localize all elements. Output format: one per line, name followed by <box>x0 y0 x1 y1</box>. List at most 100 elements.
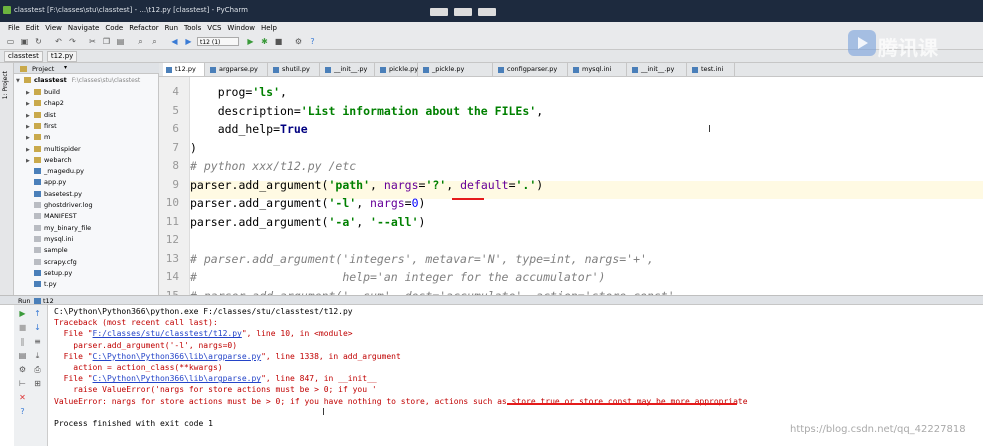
tree-item[interactable]: ▶ chap2 <box>26 98 64 108</box>
tree-item[interactable]: ghostdriver.log <box>26 200 93 210</box>
tree-item[interactable]: scrapy.cfg <box>26 257 77 267</box>
copy-icon[interactable]: ❐ <box>102 37 111 46</box>
close-button[interactable] <box>478 8 496 16</box>
save-icon[interactable]: ▣ <box>20 37 29 46</box>
menu-edit[interactable]: Edit <box>26 24 40 32</box>
pin-icon[interactable]: ⊢ <box>18 379 27 388</box>
code-line[interactable]: add_help=True <box>190 120 308 138</box>
help-icon[interactable]: ? <box>308 37 317 46</box>
rerun-icon[interactable]: ▶ <box>18 309 27 318</box>
run-tab-label[interactable]: t12 <box>43 297 54 305</box>
tree-item[interactable]: basetest.py <box>26 189 82 199</box>
arrow-up-icon[interactable]: ↑ <box>33 309 42 318</box>
minimize-button[interactable] <box>430 8 448 16</box>
maximize-button[interactable] <box>454 8 472 16</box>
arrow-down-icon[interactable]: ↓ <box>33 323 42 332</box>
code-line[interactable]: parser.add_argument('-l', nargs=0) <box>190 194 425 212</box>
tree-item[interactable]: ▶ multispider <box>26 144 81 154</box>
run-icon[interactable]: ▶ <box>246 37 255 46</box>
chevron-right-icon[interactable]: ▶ <box>26 122 34 132</box>
chevron-right-icon[interactable]: ▶ <box>26 156 34 166</box>
editor-tab[interactable]: configparser.py <box>495 63 568 76</box>
code-line[interactable]: # python xxx/t12.py /etc <box>190 157 356 175</box>
chevron-right-icon[interactable]: ▶ <box>26 145 34 155</box>
dump-icon[interactable]: ▤ <box>18 351 27 360</box>
find-icon[interactable]: ⌕ <box>136 37 145 46</box>
redo-icon[interactable]: ↷ <box>68 37 77 46</box>
file-link[interactable]: F:/classes/stu/classtest/t12.py <box>93 329 242 338</box>
tree-root[interactable]: ▼ classtest F:\classes\stu\classtest <box>16 75 140 85</box>
editor-tab[interactable]: pickle.py <box>377 63 418 76</box>
code-line[interactable]: # parser.add_argument('integers', metava… <box>190 250 654 268</box>
window-controls[interactable] <box>430 8 496 16</box>
tree-item[interactable]: ▶ dist <box>26 110 56 120</box>
code-editor[interactable]: prog='ls', description='List information… <box>190 77 983 340</box>
settings-icon[interactable]: ⚙ <box>18 365 27 374</box>
tree-item[interactable]: _magedu.py <box>26 166 84 176</box>
tree-item[interactable]: ▶ build <box>26 87 60 97</box>
settings-icon[interactable]: ⚙ <box>294 37 303 46</box>
editor-tab[interactable]: shutil.py <box>270 63 320 76</box>
tree-item[interactable]: sample <box>26 245 68 255</box>
file-link[interactable]: C:\Python\Python366\lib\argparse.py <box>93 374 262 383</box>
menu-file[interactable]: File <box>8 24 20 32</box>
open-icon[interactable]: ▭ <box>6 37 15 46</box>
sync-icon[interactable]: ↻ <box>34 37 43 46</box>
tree-item[interactable]: mysql.ini <box>26 234 73 244</box>
editor-tab[interactable]: __init__.py <box>322 63 375 76</box>
tree-item[interactable]: app.py <box>26 177 66 187</box>
paste-icon[interactable]: ▤ <box>116 37 125 46</box>
project-tool-button[interactable]: 1: Project <box>2 71 9 99</box>
code-line[interactable]: prog='ls', <box>190 83 287 101</box>
menu-run[interactable]: Run <box>165 24 178 32</box>
help-icon[interactable]: ? <box>18 407 27 416</box>
editor-tab[interactable]: _pickle.py <box>420 63 493 76</box>
code-line[interactable]: parser.add_argument('-a', '--all') <box>190 213 425 231</box>
clear-icon[interactable]: ⊞ <box>33 379 42 388</box>
code-line[interactable]: parser.add_argument('path', nargs = '?', d… <box>190 176 543 194</box>
debug-icon[interactable]: ✱ <box>260 37 269 46</box>
chevron-right-icon[interactable]: ▶ <box>26 111 34 121</box>
tree-item[interactable]: ▶ first <box>26 121 57 131</box>
tree-item[interactable]: MANIFEST <box>26 211 77 221</box>
replace-icon[interactable]: ⌕ <box>150 37 159 46</box>
tree-item[interactable]: setup.py <box>26 268 72 278</box>
editor-tab[interactable]: __init__.py <box>629 63 687 76</box>
menu-refactor[interactable]: Refactor <box>129 24 158 32</box>
menu-view[interactable]: View <box>45 24 62 32</box>
tree-item[interactable]: my_binary_file <box>26 223 91 233</box>
chevron-right-icon[interactable]: ▶ <box>26 88 34 98</box>
chevron-right-icon[interactable]: ▶ <box>26 133 34 143</box>
stop-icon[interactable]: ■ <box>274 37 283 46</box>
stop-icon[interactable]: ■ <box>18 323 27 332</box>
menu-vcs[interactable]: VCS <box>207 24 221 32</box>
forward-icon[interactable]: ▶ <box>184 37 193 46</box>
breadcrumb-file[interactable]: t12.py <box>46 50 78 62</box>
chevron-down-icon[interactable]: ▼ <box>16 76 24 86</box>
menu-code[interactable]: Code <box>105 24 123 32</box>
editor-tab[interactable]: t12.py <box>163 63 205 76</box>
menu-navigate[interactable]: Navigate <box>68 24 99 32</box>
tree-item[interactable]: t.py <box>26 279 57 289</box>
print-icon[interactable]: ⎙ <box>33 365 42 374</box>
pause-icon[interactable]: ‖ <box>18 337 27 346</box>
editor-tab[interactable]: mysql.ini <box>570 63 627 76</box>
tree-item[interactable]: ▶ m <box>26 132 50 142</box>
tree-item[interactable]: ▶ webarch <box>26 155 72 165</box>
code-line[interactable]: description='List information about the … <box>190 102 543 120</box>
breadcrumb-project[interactable]: classtest <box>4 50 43 62</box>
run-config-select[interactable]: t12 (1) <box>197 37 239 46</box>
code-line[interactable]: # help='an integer for the accumulator') <box>190 268 605 286</box>
close-icon[interactable]: ✕ <box>18 393 27 402</box>
menu-help[interactable]: Help <box>261 24 277 32</box>
editor-tab[interactable]: argparse.py <box>207 63 268 76</box>
menu-tools[interactable]: Tools <box>184 24 201 32</box>
editor-tab[interactable]: test.ini <box>689 63 735 76</box>
chevron-down-icon[interactable]: ▾ <box>64 64 67 71</box>
code-line[interactable]: ) <box>190 139 197 157</box>
chevron-right-icon[interactable]: ▶ <box>26 99 34 109</box>
soft-wrap-icon[interactable]: ≡ <box>33 337 42 346</box>
scroll-end-icon[interactable]: ⤓ <box>33 351 42 360</box>
file-link[interactable]: C:\Python\Python366\lib\argparse.py <box>93 352 262 361</box>
menu-window[interactable]: Window <box>227 24 255 32</box>
